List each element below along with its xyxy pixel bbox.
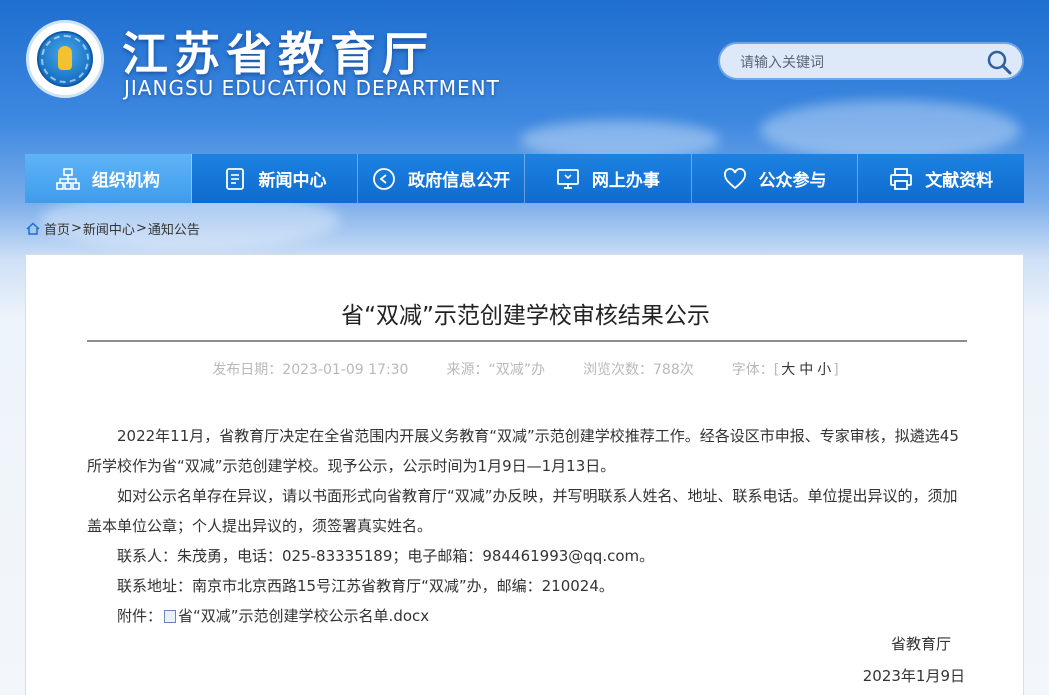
article-paragraph: 如对公示名单存在异议，请以书面形式向省教育厅“双减”办反映，并写明联系人姓名、地… <box>87 487 958 535</box>
nav-item-online-service[interactable]: 网上办事 <box>525 154 692 203</box>
article-paragraph: 2022年11月，省教育厅决定在全省范围内开展义务教育“双减”示范创建学校推荐工… <box>87 427 959 475</box>
font-small-button[interactable]: 小 <box>815 362 833 378</box>
font-large-button[interactable]: 大 <box>779 362 797 378</box>
breadcrumb-notices[interactable]: 通知公告 <box>148 219 200 238</box>
contact-address: 联系地址：南京市北京西路15号江苏省教育厅“双减”办，邮编：210024。 <box>117 577 614 595</box>
site-logo[interactable] <box>26 20 104 98</box>
title-divider <box>87 340 967 342</box>
article-title: 省“双减”示范创建学校审核结果公示 <box>341 303 710 329</box>
attachment-link[interactable]: 省“双减”示范创建学校公示名单.docx <box>178 607 429 625</box>
font-bracket-close: ] <box>833 362 839 378</box>
article-meta: 发布日期：2023-01-09 17:30 来源：“双减”办 浏览次数：788次 字体… <box>26 359 1025 379</box>
search-icon <box>987 50 1012 75</box>
search-box <box>718 42 1024 80</box>
org-chart-icon <box>56 167 80 190</box>
publish-date: 发布日期：2023-01-09 17:30 <box>212 362 409 378</box>
contact-info: 联系人：朱茂勇，电话：025-83335189；电子邮箱：984461993@q… <box>117 547 655 565</box>
nav-label: 组织机构 <box>91 171 160 191</box>
breadcrumb-news[interactable]: 新闻中心 <box>83 219 135 238</box>
site-title: 江苏省教育厅 <box>122 27 434 81</box>
nav-label: 政府信息公开 <box>408 171 511 191</box>
word-file-icon <box>164 610 177 623</box>
search-button[interactable] <box>986 49 1012 75</box>
monitor-icon <box>556 168 579 189</box>
breadcrumb-separator: > <box>135 221 147 236</box>
nav-label: 网上办事 <box>591 171 660 191</box>
view-count: 浏览次数：788次 <box>583 362 694 378</box>
search-input[interactable] <box>738 51 982 75</box>
document-icon <box>225 167 244 190</box>
nav-item-public-participation[interactable]: 公众参与 <box>692 154 859 203</box>
article-panel: 省“双减”示范创建学校审核结果公示 发布日期：2023-01-09 17:30 来… <box>25 254 1024 695</box>
heart-icon <box>723 167 746 189</box>
nav-item-gov-info[interactable]: 政府信息公开 <box>358 154 526 203</box>
printer-icon <box>890 167 913 190</box>
attachment-line: 附件： 省“双减”示范创建学校公示名单.docx <box>87 601 971 631</box>
site-header: 江苏省教育厅 JIANGSU EDUCATION DEPARTMENT <box>0 0 1049 150</box>
font-size-label: 字体： <box>731 362 774 378</box>
main-nav: 组织机构 新闻中心 政府信息公开 网上办事 公众参与 文献资料 <box>25 154 1024 203</box>
nav-item-organization[interactable]: 组织机构 <box>25 154 192 203</box>
article-source: 来源：“双减”办 <box>446 362 545 378</box>
home-icon <box>26 222 40 235</box>
article-body: 2022年11月，省教育厅决定在全省范围内开展义务教育“双减”示范创建学校推荐工… <box>87 421 971 631</box>
breadcrumb-home[interactable]: 首页 <box>44 219 70 238</box>
nav-item-news[interactable]: 新闻中心 <box>192 154 359 203</box>
breadcrumb-separator: > <box>71 221 82 236</box>
signature-date: 2023年1月9日 <box>862 667 965 685</box>
nav-label: 文献资料 <box>925 171 994 191</box>
nav-label: 公众参与 <box>758 171 827 191</box>
attachment-label: 附件： <box>117 607 163 625</box>
nav-item-documents[interactable]: 文献资料 <box>858 154 1024 203</box>
nav-label: 新闻中心 <box>258 171 327 191</box>
breadcrumb: 首页 > 新闻中心 > 通知公告 <box>26 219 200 238</box>
logo-emblem <box>37 31 93 87</box>
font-medium-button[interactable]: 中 <box>797 362 815 378</box>
play-circle-icon <box>373 167 396 190</box>
signature: 省教育厅 <box>890 635 951 653</box>
site-subtitle: JIANGSU EDUCATION DEPARTMENT <box>124 76 500 100</box>
